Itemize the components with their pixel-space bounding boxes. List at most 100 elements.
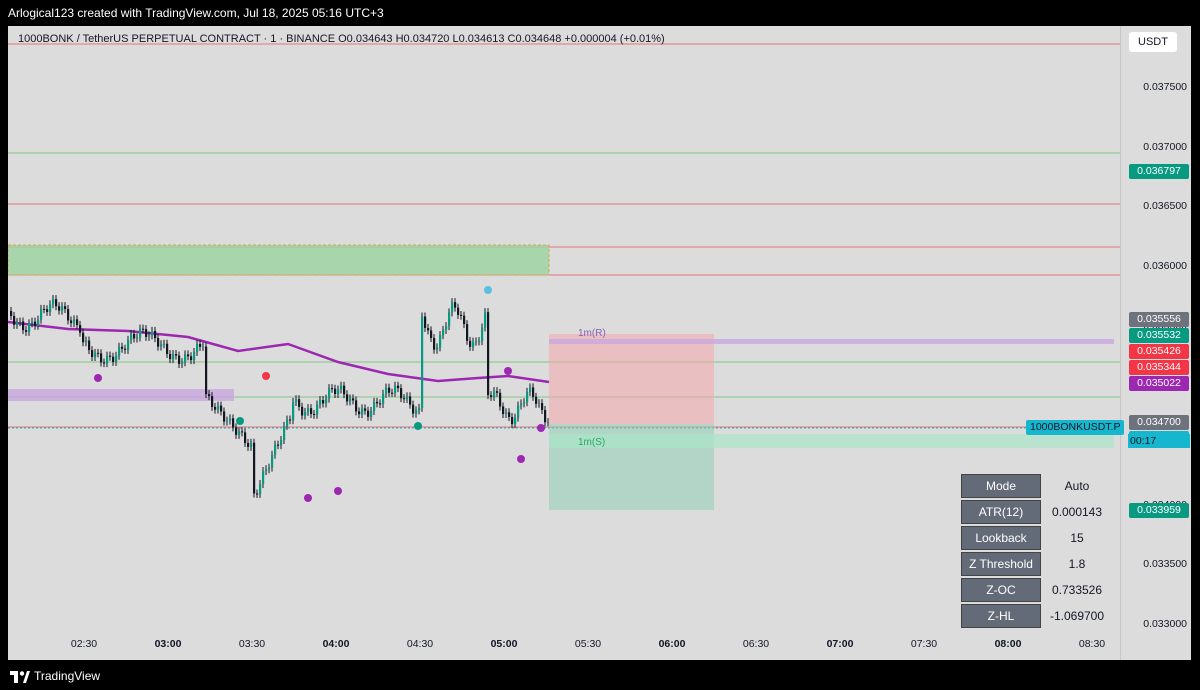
candle-body (385, 387, 388, 394)
candle-body (55, 299, 58, 307)
footer-bar: TradingView (0, 660, 1200, 690)
candle-body (463, 315, 466, 325)
candle-body (178, 355, 181, 364)
candle-body (490, 395, 493, 397)
candle-body (184, 354, 187, 363)
candle-body (163, 343, 166, 345)
candle-body (46, 309, 49, 312)
candle-body (523, 402, 526, 404)
candle-body (37, 319, 40, 326)
time-axis-label: 05:30 (574, 638, 602, 650)
candle-body (481, 327, 484, 342)
candle-body (421, 316, 424, 408)
price-axis-label: 0.036500 (1143, 200, 1187, 213)
chart-canvas[interactable] (8, 26, 1120, 660)
candle-body (190, 356, 193, 361)
candle-body (343, 385, 346, 395)
candle-body (454, 302, 457, 308)
candle-body (52, 299, 55, 305)
time-axis-label: 07:30 (910, 638, 938, 650)
candle-body (268, 467, 271, 470)
stats-value: 15 (1070, 531, 1084, 545)
candle-body (283, 425, 286, 441)
candle-body (292, 402, 295, 421)
candle-body (496, 391, 499, 393)
candle-body (469, 340, 472, 347)
stats-row: ATR(12) 0.000143 (961, 500, 1113, 524)
candle-body (238, 431, 241, 435)
candle-body (247, 443, 250, 447)
candle-body (418, 407, 421, 411)
candle-body (109, 355, 112, 357)
signal-marker (236, 417, 244, 425)
candle-body (64, 306, 67, 310)
candle-body (538, 403, 541, 405)
stats-value: Auto (1064, 479, 1090, 493)
stats-key: Z-HL (961, 604, 1041, 628)
candle-body (379, 403, 382, 405)
attribution-text: Arlogical123 created with TradingView.co… (8, 6, 384, 20)
price-axis[interactable]: USDT 0.037500 0.037000 0.036500 0.036000 0.0… (1120, 26, 1191, 660)
candle-body (409, 396, 412, 405)
candle-body (388, 387, 391, 393)
stats-value: -1.069700 (1049, 609, 1105, 623)
candle-body (229, 418, 232, 421)
candle-body (196, 343, 199, 353)
candle-body (31, 321, 34, 324)
time-axis-label: 04:00 (322, 638, 350, 650)
candle-body (457, 307, 460, 315)
candle-body (172, 354, 175, 360)
stats-row: Lookback 15 (961, 526, 1113, 550)
candle-body (25, 330, 28, 332)
candle-body (139, 328, 142, 338)
price-chart[interactable]: 1000BONK / TetherUS PERPETUAL CONTRACT ·… (8, 26, 1120, 660)
candle-body (199, 343, 202, 347)
support-band (549, 434, 1114, 448)
candle-body (451, 302, 454, 313)
candle-body (319, 399, 322, 405)
candle-body (406, 396, 409, 400)
candle-body (217, 405, 220, 410)
time-axis-label: 02:30 (70, 638, 98, 650)
candle-body (541, 403, 544, 410)
price-tag: 0.035022 (1129, 376, 1189, 392)
candle-body (484, 312, 487, 328)
time-axis-label: 06:00 (658, 638, 686, 650)
candle-body (529, 387, 532, 392)
tradingview-logo-icon (10, 670, 30, 683)
candle-body (439, 335, 442, 348)
candle-body (106, 355, 109, 364)
candle-body (214, 406, 217, 410)
candle-body (97, 352, 100, 354)
candle-body (223, 411, 226, 422)
time-axis-label: 05:00 (490, 638, 518, 650)
candle-body (436, 347, 439, 350)
candle-body (19, 321, 22, 323)
symbol-ohlc-legend[interactable]: 1000BONK / TetherUS PERPETUAL CONTRACT ·… (18, 33, 665, 45)
candle-body (208, 394, 211, 397)
price-tag: 0.033959 (1129, 503, 1189, 519)
price-axis-label: 0.037000 (1143, 140, 1187, 153)
stats-value: 0.000143 (1051, 505, 1103, 519)
candle-body (148, 335, 151, 337)
time-axis-label: 06:30 (742, 638, 770, 650)
currency-button[interactable]: USDT (1129, 32, 1177, 52)
resistance-zone-label: 1m(R) (578, 328, 606, 339)
candle-body (430, 330, 433, 339)
candle-body (220, 405, 223, 412)
price-tag: 0.035426 (1129, 344, 1189, 360)
tradingview-brand: TradingView (34, 669, 101, 683)
candle-body (133, 333, 136, 339)
signal-marker (304, 494, 312, 502)
price-axis-label: 0.036000 (1143, 260, 1187, 272)
candle-body (13, 316, 16, 325)
candle-body (460, 314, 463, 316)
tradingview-logo[interactable]: TradingView (10, 669, 100, 683)
candle-body (412, 404, 415, 414)
candle-body (535, 396, 538, 404)
candle-body (487, 312, 490, 396)
candle-body (142, 328, 145, 330)
contract-symbol-tag: 1000BONKUSDT.P (1026, 420, 1125, 435)
candle-body (364, 408, 367, 411)
order-block (549, 339, 1114, 344)
